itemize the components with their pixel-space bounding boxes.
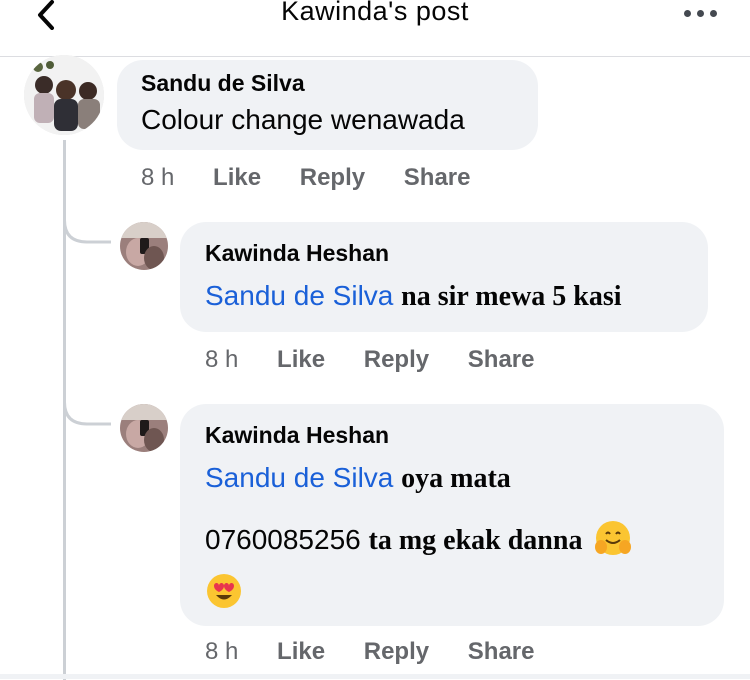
more-dot-icon: [684, 10, 691, 17]
like-button[interactable]: Like: [277, 638, 325, 666]
comment-author[interactable]: Sandu de Silva: [141, 70, 305, 97]
avatar[interactable]: [24, 55, 104, 135]
mention-link[interactable]: Sandu de Silva: [205, 462, 393, 493]
hugging-face-emoji-icon: [595, 521, 632, 555]
like-button[interactable]: Like: [213, 164, 261, 192]
avatar-photo-icon: [120, 404, 168, 452]
avatar-photo-icon: [120, 222, 168, 270]
more-dot-icon: [697, 10, 704, 17]
heart-eyes-emoji-icon: [207, 574, 241, 608]
avatar[interactable]: [120, 222, 168, 270]
reply-button[interactable]: Reply: [364, 346, 429, 374]
reply-author[interactable]: Kawinda Heshan: [205, 240, 389, 267]
share-button[interactable]: Share: [404, 164, 471, 192]
reply-bubble[interactable]: Kawinda Heshan Sandu de Silva oya mata 0…: [180, 404, 724, 626]
like-button[interactable]: Like: [277, 346, 325, 374]
mention-link[interactable]: Sandu de Silva: [205, 280, 393, 311]
more-options-button[interactable]: [684, 6, 720, 20]
share-button[interactable]: Share: [468, 638, 535, 666]
phone-number: 0760085256: [205, 524, 361, 555]
comment-actions: 8 h Like Reply Share: [141, 164, 470, 192]
reply-message: oya mata: [401, 463, 511, 494]
reply-text-line-1: Sandu de Silva oya mata: [205, 462, 511, 495]
reply-text-line-2: 0760085256 ta mg ekak danna: [205, 519, 632, 557]
reply-button[interactable]: Reply: [364, 638, 429, 666]
reply-author[interactable]: Kawinda Heshan: [205, 422, 389, 449]
more-dot-icon: [710, 10, 717, 17]
comment-text: Colour change wenawada: [141, 104, 465, 135]
reply-message: na sir mewa 5 kasi: [401, 281, 622, 312]
page-title: Kawinda's post: [281, 0, 469, 26]
reply-actions: 8 h Like Reply Share: [205, 638, 534, 666]
bottom-divider: [0, 674, 750, 679]
thread-connector-1: [63, 200, 111, 244]
comment-bubble[interactable]: Sandu de Silva Colour change wenawada: [117, 60, 538, 150]
reply-time: 8 h: [205, 346, 239, 373]
emoji-line: [205, 572, 243, 615]
comment-time: 8 h: [141, 164, 175, 191]
reply-button[interactable]: Reply: [300, 164, 365, 192]
reply-time: 8 h: [205, 638, 239, 665]
reply-text: Sandu de Silva na sir mewa 5 kasi: [205, 280, 622, 313]
avatar-photo-icon: [24, 55, 104, 135]
post-header: Kawinda's post: [0, 0, 750, 57]
reply-actions: 8 h Like Reply Share: [205, 346, 534, 374]
reply-bubble[interactable]: Kawinda Heshan Sandu de Silva na sir mew…: [180, 222, 708, 332]
share-button[interactable]: Share: [468, 346, 535, 374]
avatar[interactable]: [120, 404, 168, 452]
reply-message-cont: ta mg ekak danna: [368, 525, 583, 556]
thread-connector-2: [63, 382, 111, 426]
